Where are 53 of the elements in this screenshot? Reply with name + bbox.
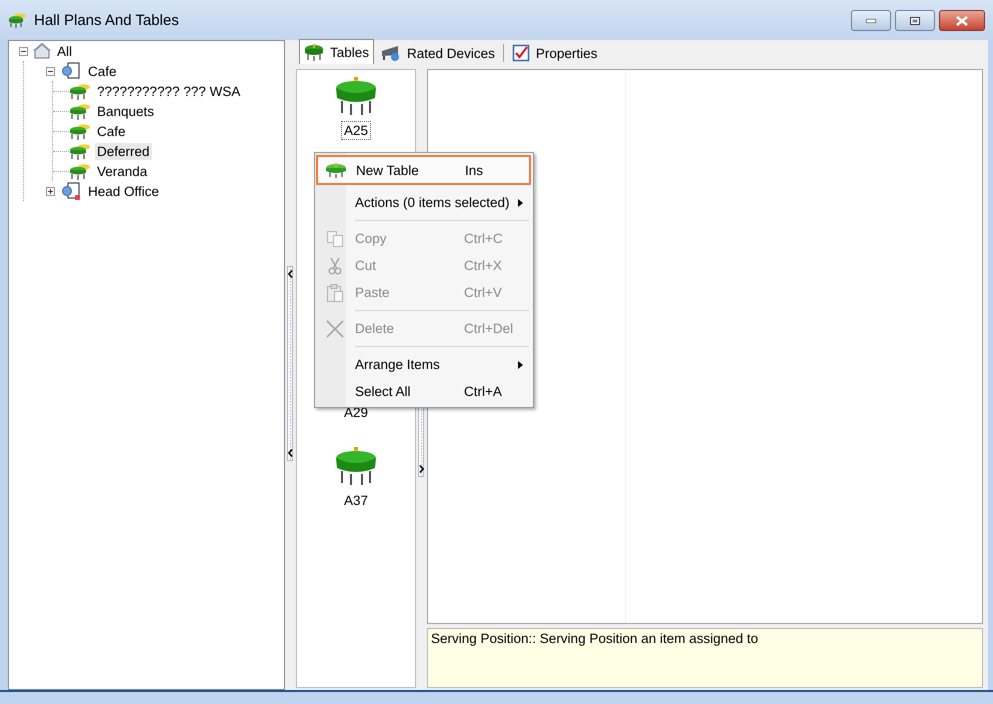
- expander-icon[interactable]: [46, 186, 58, 196]
- document-icon: [60, 61, 82, 81]
- tree-item[interactable]: Banquets: [95, 102, 156, 120]
- device-icon: [381, 44, 402, 62]
- minimize-icon: [866, 18, 876, 22]
- checklist-icon: [512, 44, 530, 62]
- table-label[interactable]: A37: [340, 491, 372, 510]
- tree-item[interactable]: Deferred: [95, 142, 152, 160]
- tab[interactable]: Tables: [299, 39, 374, 64]
- splitter-grip[interactable]: [287, 266, 293, 461]
- close-icon: [956, 16, 968, 26]
- close-button[interactable]: [939, 10, 985, 31]
- house-icon: [33, 42, 51, 60]
- table-icon: [334, 446, 378, 486]
- table-icon: [8, 12, 28, 28]
- maximize-button[interactable]: [895, 10, 935, 31]
- scissors-icon: [328, 256, 342, 274]
- maximize-icon: [910, 16, 920, 24]
- copy-icon: [326, 230, 344, 248]
- tab[interactable]: Properties: [508, 42, 602, 64]
- menu-item[interactable]: New Table Ins: [316, 155, 531, 185]
- server-icon: [60, 181, 82, 201]
- table-icon: [69, 162, 91, 180]
- tab[interactable]: Rated Devices: [377, 42, 499, 64]
- table-icon: [325, 162, 347, 178]
- table-icon: [304, 43, 324, 61]
- table-icon: [69, 142, 91, 160]
- expander-icon[interactable]: [19, 46, 31, 56]
- submenu-arrow-icon: [518, 198, 523, 206]
- tree-item[interactable]: Head Office: [86, 182, 162, 200]
- tree-item[interactable]: Veranda: [95, 162, 150, 180]
- table-icon: [334, 76, 378, 116]
- chevron-right-icon: [418, 465, 424, 473]
- tree-item[interactable]: All: [55, 42, 74, 60]
- tree-item[interactable]: ??????????? ??? WSA: [95, 82, 242, 100]
- minimize-button[interactable]: [851, 10, 891, 31]
- tree-item[interactable]: Cafe: [95, 122, 128, 140]
- tree-item[interactable]: Cafe: [86, 62, 119, 80]
- clipboard-icon: [326, 282, 344, 302]
- table-icon: [69, 122, 91, 140]
- menu-item[interactable]: Select All Ctrl+A: [317, 378, 531, 405]
- description-text: Serving Position:: Serving Position an item assigned to: [431, 631, 758, 646]
- table-icon: [69, 82, 91, 100]
- table-label[interactable]: A25: [340, 121, 372, 140]
- menu-item[interactable]: Arrange Items: [317, 351, 531, 378]
- delete-icon: [325, 318, 345, 338]
- window-title: Hall Plans And Tables: [34, 12, 179, 28]
- expander-icon[interactable]: [46, 66, 58, 76]
- table-icon: [69, 102, 91, 120]
- chevron-left-icon: [288, 449, 292, 457]
- submenu-arrow-icon: [518, 360, 523, 368]
- chevron-left-icon: [288, 270, 292, 278]
- menu-item[interactable]: Actions (0 items selected): [317, 189, 531, 216]
